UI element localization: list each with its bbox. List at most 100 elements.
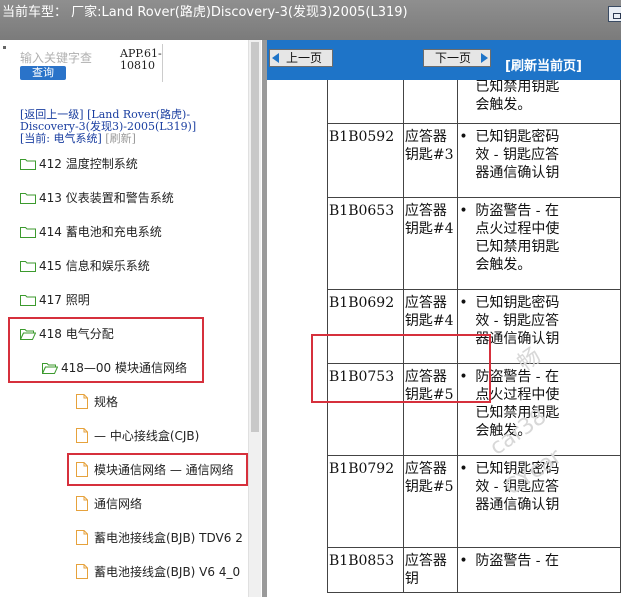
tree-item-label: 414 蓄电池和充电系统 [39, 225, 162, 239]
folder-icon [20, 227, 36, 238]
search-button[interactable]: 查询 [20, 66, 66, 80]
tree-item[interactable]: 415 信息和娱乐系统 [20, 256, 150, 276]
dtc-description: • 已知钥匙密码效 - 钥匙应答 器通信确认钥 [457, 455, 621, 548]
desc-line: 防盗警告 - 在 [475, 203, 559, 219]
tree-item-label: 417 照明 [39, 293, 90, 307]
refresh-link[interactable]: [刷新] [105, 132, 136, 145]
tree-item-label: 蓄电池接线盒(BJB) TDV6 2 [94, 531, 243, 545]
tree-item-label: 413 仪表装置和警告系统 [39, 191, 174, 205]
tree-item-label: 蓄电池接线盒(BJB) V6 4_0 [94, 565, 241, 579]
arrow-right-icon [481, 53, 488, 63]
desc-line: 已知禁用钥匙 [475, 405, 560, 421]
table-row: B1B0653 应答器钥匙#4 • 防盗警告 - 在点火过程中使 已知禁用钥匙 会触发。 [327, 197, 621, 290]
desc-line: 已知禁用钥匙 [475, 239, 560, 255]
desc-text: 已知钥匙密码效 - 钥匙应答 器通信确认钥 [475, 128, 559, 182]
desc-line: 器通信确认钥 [475, 165, 560, 181]
prev-page-button[interactable]: 上一页 [269, 49, 333, 67]
tree-item[interactable]: 414 蓄电池和充电系统 [20, 222, 162, 242]
document-area: 已知禁用钥匙 会触发。 B1B0592 应答器钥匙#3 • 已知钥匙密码效 - 钥匙应答器… [267, 80, 621, 597]
desc-text: 已知钥匙密码效 - 钥匙应答 器通信确认钥 [475, 460, 559, 514]
tree-item-label: 规格 [94, 395, 119, 409]
resize-dot-icon [3, 46, 6, 49]
tree-item[interactable]: 417 照明 [20, 290, 90, 310]
dtc-code: B1B0853 [327, 547, 404, 593]
bullet-icon: • [459, 295, 468, 311]
breadcrumb: [返回上一级] [Land Rover(路虎)-Discovery-3(发现3)… [20, 109, 240, 145]
desc-line: 点火过程中使 [475, 221, 560, 237]
tree-item[interactable]: — 中心接线盒(CJB) [76, 426, 199, 446]
desc-line: 器通信确认钥 [475, 497, 560, 513]
highlight-dtc-row [311, 334, 491, 403]
page-icon [76, 394, 88, 409]
vehicle-title: 当前车型： 厂家:Land Rover(路虎)Discovery-3(发现3)2… [2, 5, 408, 20]
desc-line: 效 - 钥匙应答 [475, 147, 559, 163]
dtc-name: 应答器钥匙#3 [402, 123, 459, 198]
next-page-label: 下一页 [434, 51, 471, 65]
tree-item[interactable]: 413 仪表装置和警告系统 [20, 188, 174, 208]
content-pane: 上一页 下一页 [刷新当前页] 已知禁用钥匙 会触发。 B1B0592 应答器钥匙#3… [267, 40, 621, 597]
current-section: [当前: 电气系统] [20, 132, 102, 145]
page-icon [76, 530, 88, 545]
sidebar-scrollbar[interactable] [248, 40, 261, 597]
desc-line: 已知钥匙密码 [475, 129, 560, 145]
highlight-selected-page [67, 453, 248, 486]
bullet-icon: • [459, 203, 468, 219]
page-icon [76, 428, 88, 443]
dtc-name: 应答器钥 [402, 547, 459, 593]
folder-icon [20, 193, 36, 204]
table-row: B1B0592 应答器钥匙#3 • 已知钥匙密码效 - 钥匙应答 器通信确认钥 [327, 123, 621, 198]
tree-item[interactable]: 412 温度控制系统 [20, 154, 138, 174]
dtc-description: • 防盗警告 - 在点火过程中使 已知禁用钥匙 会触发。 [457, 197, 621, 290]
tree-item[interactable]: 规格 [76, 392, 118, 412]
desc-text: 防盗警告 - 在点火过程中使 已知禁用钥匙 会触发。 [475, 202, 559, 274]
app-code: APP.61-10810 [120, 47, 162, 72]
folder-icon [20, 261, 36, 272]
bullet-icon: • [459, 461, 468, 477]
nav-toolbar: 上一页 下一页 [刷新当前页] [267, 40, 621, 80]
desc-line: 防盗警告 - 在 [475, 553, 559, 569]
restore-window-icon[interactable] [608, 6, 621, 22]
tree-item[interactable]: 通信网络 [76, 494, 142, 514]
dtc-code: B1B0792 [327, 455, 404, 548]
title-bar: 当前车型： 厂家:Land Rover(路虎)Discovery-3(发现3)2… [0, 0, 621, 40]
desc-line: 效 - 钥匙应答 [475, 313, 559, 329]
desc-line: 会触发。 [475, 423, 532, 439]
bullet-icon: • [459, 129, 468, 145]
dtc-name [402, 80, 459, 124]
bullet-icon: • [459, 553, 468, 569]
sidebar: 查询 APP.61-10810 [返回上一级] [Land Rover(路虎)-… [0, 40, 262, 597]
dtc-description: • 已知钥匙密码效 - 钥匙应答 器通信确认钥 [457, 123, 621, 198]
desc-text: 防盗警告 - 在 [475, 552, 559, 570]
search-input[interactable] [16, 50, 122, 66]
scrollbar-thumb[interactable] [251, 42, 259, 432]
desc-line: 已知禁用钥匙 [475, 80, 560, 95]
table-row: B1B0853 应答器钥 • 防盗警告 - 在 [327, 547, 621, 593]
dtc-code: B1B0653 [327, 197, 404, 290]
desc-text: 已知禁用钥匙 会触发。 [475, 80, 559, 114]
page-icon [76, 564, 88, 579]
desc-line: 效 - 钥匙应答 [475, 479, 559, 495]
tree-item[interactable]: 蓄电池接线盒(BJB) V6 4_0 [76, 562, 240, 582]
page-icon [76, 496, 88, 511]
dtc-name: 应答器钥匙#4 [402, 197, 459, 290]
desc-line: 已知钥匙密码 [475, 461, 560, 477]
table-row: 已知禁用钥匙 会触发。 [327, 80, 621, 124]
desc-line: 已知钥匙密码 [475, 295, 560, 311]
dtc-code: B1B0592 [327, 123, 404, 198]
arrow-left-icon [272, 53, 279, 63]
folder-icon [20, 295, 36, 306]
desc-line: 会触发。 [475, 97, 532, 113]
dtc-name: 应答器钥匙#5 [402, 455, 459, 548]
folder-icon [20, 159, 36, 170]
divider [162, 44, 163, 82]
tree-item-label: 412 温度控制系统 [39, 157, 138, 171]
tree-item-label: 通信网络 [94, 497, 143, 511]
tree-item[interactable]: 蓄电池接线盒(BJB) TDV6 2 [76, 528, 243, 548]
dtc-code [327, 80, 404, 124]
refresh-current-page-link[interactable]: [刷新当前页] [505, 55, 582, 74]
desc-line: 会触发。 [475, 257, 532, 273]
next-page-button[interactable]: 下一页 [423, 49, 491, 67]
tree-item-label: 415 信息和娱乐系统 [39, 259, 150, 273]
dtc-description: 已知禁用钥匙 会触发。 [457, 80, 621, 124]
table-row: B1B0792 应答器钥匙#5 • 已知钥匙密码效 - 钥匙应答 器通信确认钥 [327, 455, 621, 548]
